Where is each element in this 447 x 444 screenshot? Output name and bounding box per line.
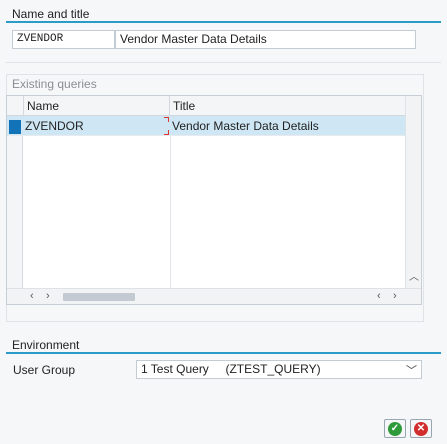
chevron-left-icon[interactable]: ‹ [377, 290, 381, 302]
section-title-environment: Environment [6, 337, 441, 354]
chevron-right-icon[interactable]: › [393, 290, 397, 302]
separator [6, 62, 441, 63]
horizontal-scrollbar[interactable]: ‹ › ‹ › [7, 288, 421, 304]
user-group-label: User Group [13, 363, 76, 377]
column-divider [170, 116, 171, 288]
focus-marker [164, 130, 169, 135]
user-group-select[interactable]: 1 Test Query (ZTEST_QUERY) ﹀ [136, 360, 422, 379]
cell-name: ZVENDOR [25, 119, 84, 133]
chevron-down-icon[interactable]: ﹀ [406, 362, 417, 378]
column-header-title[interactable]: Title [170, 96, 406, 116]
header-select-all[interactable] [7, 96, 24, 116]
cancel-button[interactable]: ✕ [410, 419, 432, 438]
vertical-scrollbar[interactable]: ︿ ﹀ [405, 96, 421, 301]
row-selected-marker [9, 120, 21, 134]
query-title-field[interactable]: Vendor Master Data Details [115, 30, 416, 49]
column-header-name[interactable]: Name [24, 96, 170, 116]
chevron-right-icon[interactable]: › [46, 290, 50, 302]
queries-grid: Name Title ZVENDOR Vendor Master Data De… [6, 95, 422, 305]
row-selector-column [7, 116, 23, 288]
focus-marker [164, 117, 169, 122]
section-title-name: Name and title [6, 6, 441, 23]
user-group-value: 1 Test Query (ZTEST_QUERY) [141, 362, 321, 376]
query-name-field[interactable]: ZVENDOR [12, 30, 115, 49]
table-row[interactable]: ZVENDOR Vendor Master Data Details [7, 116, 406, 136]
row-selector[interactable] [7, 116, 23, 136]
confirm-button[interactable]: ✓ [384, 419, 406, 438]
cancel-icon: ✕ [414, 422, 428, 436]
chevron-left-icon[interactable]: ‹ [30, 290, 34, 302]
check-icon: ✓ [388, 422, 402, 436]
queries-caption: Existing queries [12, 77, 97, 91]
grid-header: Name Title [7, 96, 406, 116]
cell-title: Vendor Master Data Details [172, 119, 319, 133]
chevron-up-icon[interactable]: ︿ [406, 268, 421, 283]
scroll-thumb[interactable] [63, 293, 135, 301]
